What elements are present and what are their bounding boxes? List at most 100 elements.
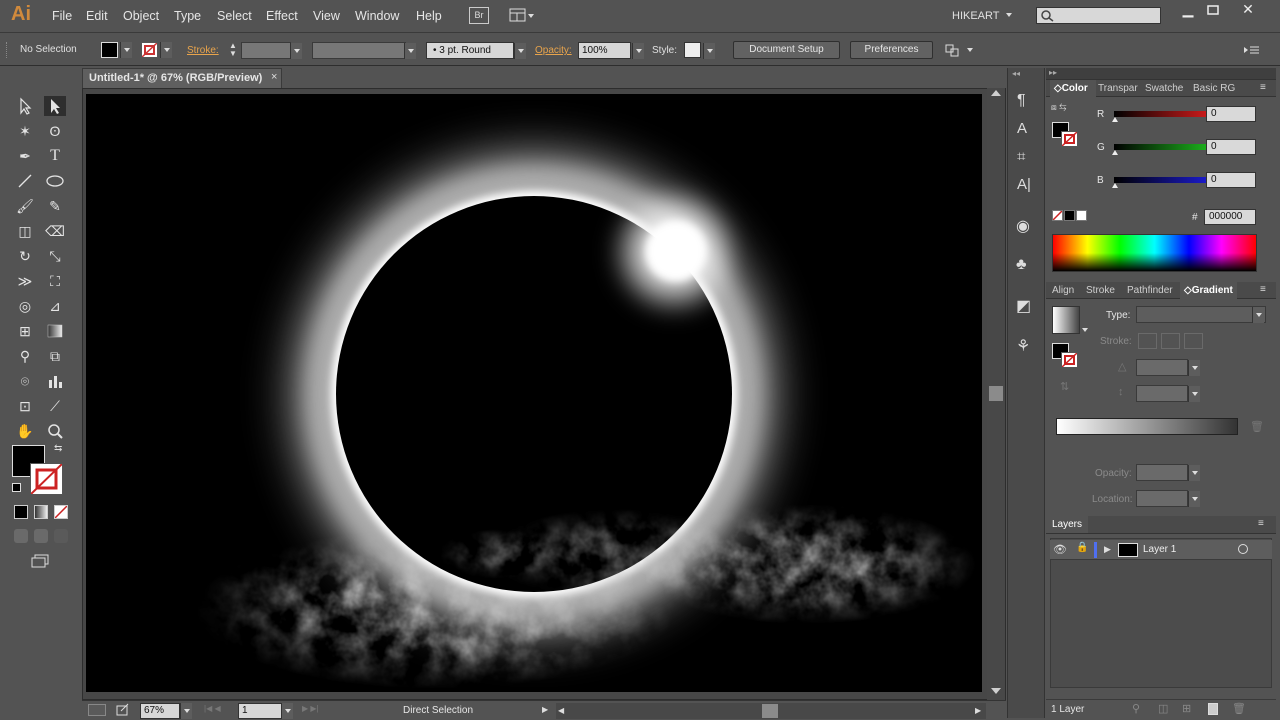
blue-value-input[interactable]: 0 xyxy=(1206,172,1256,188)
layer-name[interactable]: Layer 1 xyxy=(1143,544,1176,555)
scroll-down-icon[interactable] xyxy=(991,688,1001,694)
zoom-dropdown[interactable] xyxy=(180,703,192,719)
menu-file[interactable]: File xyxy=(52,9,72,23)
paragraph-panel-icon[interactable]: ¶ xyxy=(1017,92,1026,110)
opacity-input[interactable]: 100% xyxy=(578,42,631,59)
style-swatch[interactable] xyxy=(684,42,701,58)
arrange-icon[interactable] xyxy=(944,42,974,58)
arrange-documents-icon[interactable] xyxy=(509,8,535,23)
minimize-icon[interactable]: ▁ xyxy=(1175,2,1201,17)
draw-normal-icon[interactable] xyxy=(14,529,28,543)
graph-tool-icon[interactable] xyxy=(44,371,66,391)
stroke-swatch[interactable] xyxy=(141,42,158,58)
menu-select[interactable]: Select xyxy=(217,9,252,23)
brushes-panel-icon[interactable]: ⚘ xyxy=(1016,336,1030,356)
gradient-mode-icon[interactable] xyxy=(34,505,48,519)
gradient-panel-menu-icon[interactable]: ≡ xyxy=(1260,284,1266,295)
new-layer-icon[interactable] xyxy=(1208,703,1218,715)
close-window-icon[interactable]: ✕ xyxy=(1238,1,1258,17)
blue-slider[interactable] xyxy=(1114,177,1217,183)
angle-dropdown[interactable] xyxy=(1188,360,1200,376)
pen-tool-icon[interactable]: ✒ xyxy=(14,146,36,166)
gradient-type-dropdown[interactable] xyxy=(1252,307,1264,323)
direct-selection-tool-icon[interactable] xyxy=(44,96,66,116)
menu-edit[interactable]: Edit xyxy=(86,9,108,23)
tab-layers[interactable]: Layers xyxy=(1046,516,1089,533)
gradient-slider[interactable] xyxy=(1056,418,1238,435)
none-color-icon[interactable] xyxy=(1052,210,1063,221)
artboard-number-input[interactable]: 1 xyxy=(238,703,282,719)
artboard-dropdown[interactable] xyxy=(281,703,293,719)
color-spectrum[interactable] xyxy=(1052,234,1257,272)
gradient-opacity-dropdown[interactable] xyxy=(1188,465,1200,481)
width-tool-icon[interactable]: ≫ xyxy=(14,271,36,291)
default-colors-icon[interactable] xyxy=(12,483,21,492)
artboard-tool-icon[interactable]: ⊡ xyxy=(14,396,36,416)
delete-stop-icon[interactable]: 🗑 xyxy=(1250,420,1264,433)
layers-panel-menu-icon[interactable]: ≡ xyxy=(1258,518,1264,529)
opacity-label[interactable]: Opacity: xyxy=(535,45,572,56)
screen-mode-icon[interactable] xyxy=(30,554,50,569)
color-panel-menu-icon[interactable]: ≡ xyxy=(1260,82,1266,93)
scroll-left-icon[interactable]: ◀ xyxy=(558,706,564,715)
blend-tool-icon[interactable]: ⧉ xyxy=(44,346,66,366)
red-slider-handle-icon[interactable] xyxy=(1112,117,1118,122)
locate-object-icon[interactable]: ⚲ xyxy=(1132,702,1140,715)
vertical-scrollbar[interactable] xyxy=(987,88,1005,700)
layer-target-icon[interactable] xyxy=(1238,544,1248,554)
workspace-switcher[interactable]: HIKEART xyxy=(952,10,999,22)
stroke-color-swatch[interactable] xyxy=(30,463,63,495)
scroll-thumb[interactable] xyxy=(989,386,1003,401)
style-dropdown[interactable] xyxy=(703,43,715,59)
tab-gradient[interactable]: ◇Gradient xyxy=(1180,282,1237,299)
swap-colors-icon[interactable]: ⇆ xyxy=(54,443,62,454)
layer-row[interactable]: 👁 🔒 ▶ Layer 1 xyxy=(1050,540,1272,560)
paintbrush-tool-icon[interactable]: 🖌 xyxy=(14,196,36,216)
preferences-button[interactable]: Preferences xyxy=(850,41,933,59)
hand-tool-icon[interactable]: ✋ xyxy=(14,421,36,441)
eyedropper-tool-icon[interactable]: ⚲ xyxy=(14,346,36,366)
workspace-chevron-icon[interactable] xyxy=(1006,13,1012,17)
gradient-thumb-chevron-icon[interactable] xyxy=(1082,328,1088,332)
artboard[interactable] xyxy=(86,94,982,692)
document-setup-button[interactable]: Document Setup xyxy=(733,41,840,59)
expand-dock-icon[interactable]: ◂◂ xyxy=(1012,69,1020,78)
close-document-icon[interactable]: × xyxy=(271,71,277,83)
fill-dropdown[interactable] xyxy=(120,42,132,58)
layer-lock-icon[interactable]: 🔒 xyxy=(1076,542,1088,553)
graphic-styles-icon[interactable]: ◩ xyxy=(1016,296,1031,316)
lasso-tool-icon[interactable]: ʘ xyxy=(44,121,66,141)
hex-value-input[interactable]: 000000 xyxy=(1204,209,1256,225)
visibility-eye-icon[interactable]: 👁 xyxy=(1053,543,1067,556)
blue-slider-handle-icon[interactable] xyxy=(1112,183,1118,188)
delete-layer-icon[interactable]: 🗑 xyxy=(1232,702,1246,715)
clipping-mask-icon[interactable]: ◫ xyxy=(1158,702,1168,715)
menu-effect[interactable]: Effect xyxy=(266,9,298,23)
tab-pathfinder[interactable]: Pathfinder xyxy=(1127,282,1173,299)
zoom-tool-icon[interactable] xyxy=(44,421,66,441)
red-slider[interactable] xyxy=(1114,111,1217,117)
character-panel-icon[interactable]: A xyxy=(1017,120,1027,137)
tab-stroke[interactable]: Stroke xyxy=(1086,282,1115,299)
maximize-icon[interactable] xyxy=(1205,4,1221,17)
draw-inside-icon[interactable] xyxy=(54,529,68,543)
black-color-icon[interactable] xyxy=(1064,210,1075,221)
menu-object[interactable]: Object xyxy=(123,9,159,23)
pencil-tool-icon[interactable]: ✎ xyxy=(44,196,66,216)
perspective-grid-icon[interactable]: ⊿ xyxy=(44,296,66,316)
horizontal-scrollbar[interactable]: ◀ ▶ xyxy=(556,703,986,719)
transform-panel-icon[interactable]: ⌗ xyxy=(1017,148,1025,165)
menu-view[interactable]: View xyxy=(313,9,340,23)
mesh-tool-icon[interactable]: ⊞ xyxy=(14,321,36,341)
tab-color[interactable]: ◇Color xyxy=(1050,80,1096,97)
draw-behind-icon[interactable] xyxy=(34,529,48,543)
rotate-tool-icon[interactable]: ↻ xyxy=(14,246,36,266)
gradient-thumbnail[interactable] xyxy=(1052,306,1080,334)
share-icon[interactable] xyxy=(116,703,130,717)
color-mode-icon[interactable] xyxy=(14,505,28,519)
new-sublayer-icon[interactable]: ⊞ xyxy=(1182,702,1191,715)
menu-window[interactable]: Window xyxy=(355,9,399,23)
stroke-across-icon[interactable] xyxy=(1184,333,1203,349)
appearance-panel-icon[interactable]: ◉ xyxy=(1016,216,1030,236)
slice-tool-icon[interactable]: ⟋ xyxy=(44,396,66,416)
